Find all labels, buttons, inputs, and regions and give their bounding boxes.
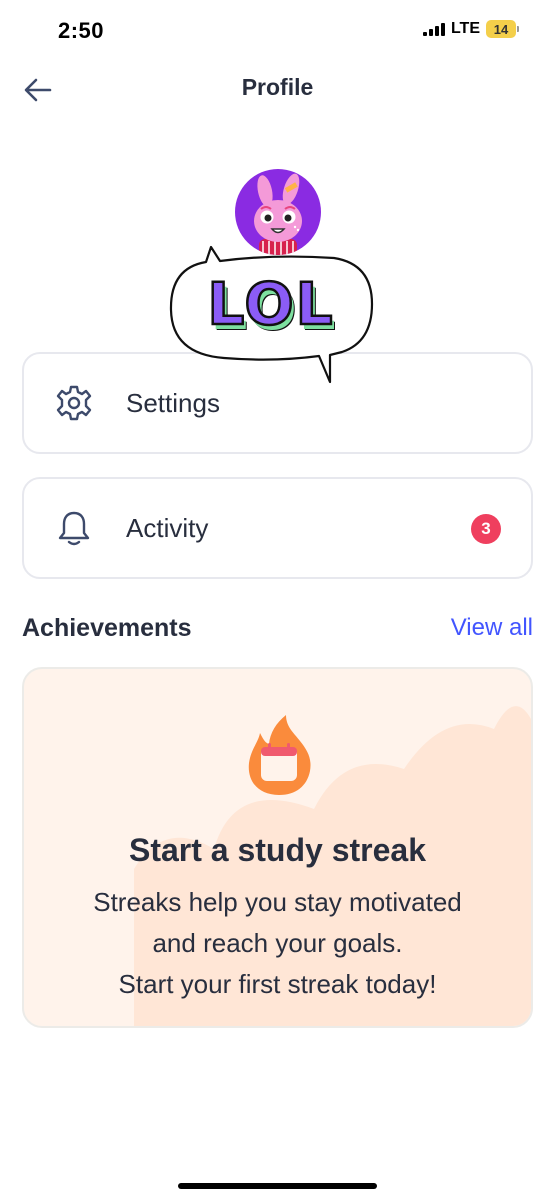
streak-desc-line-3: Start your first streak today! bbox=[118, 969, 437, 999]
bell-icon bbox=[54, 508, 94, 548]
activity-button[interactable]: Activity 3 bbox=[22, 477, 533, 579]
flame-calendar-icon bbox=[248, 715, 311, 795]
avatar[interactable] bbox=[235, 169, 321, 255]
network-type: LTE bbox=[450, 20, 480, 37]
gear-icon bbox=[54, 383, 94, 423]
streak-title: Start a study streak bbox=[128, 832, 426, 868]
bunny-avatar-icon bbox=[235, 169, 321, 255]
settings-label: Settings bbox=[126, 387, 220, 418]
view-all-link[interactable]: View all bbox=[451, 614, 533, 642]
battery-icon: 14 bbox=[486, 20, 519, 38]
status-indicators: LTE 14 bbox=[422, 20, 519, 38]
streak-desc-line-2: and reach your goals. bbox=[152, 928, 403, 958]
achievements-heading: Achievements bbox=[22, 614, 192, 642]
status-time: 2:50 bbox=[58, 18, 105, 43]
home-indicator[interactable] bbox=[178, 1183, 377, 1189]
battery-level: 14 bbox=[486, 20, 516, 38]
streak-card[interactable]: Start a study streak Streaks help you st… bbox=[22, 667, 533, 1028]
status-bar: 2:50 LTE 14 bbox=[0, 0, 555, 64]
lol-text: LOL bbox=[206, 269, 335, 340]
page-title: Profile bbox=[241, 74, 314, 100]
streak-desc-line-1: Streaks help you stay motivated bbox=[93, 887, 462, 917]
lol-speech-bubble: LOL bbox=[164, 244, 378, 386]
streak-description: Streaks help you stay motivated and reac… bbox=[24, 882, 531, 1005]
activity-label: Activity bbox=[126, 512, 209, 543]
notification-badge: 3 bbox=[471, 514, 501, 544]
profile-screen: 2:50 LTE 14 Profile LOL Settings Activit… bbox=[0, 0, 555, 1200]
signal-icon bbox=[422, 22, 445, 36]
